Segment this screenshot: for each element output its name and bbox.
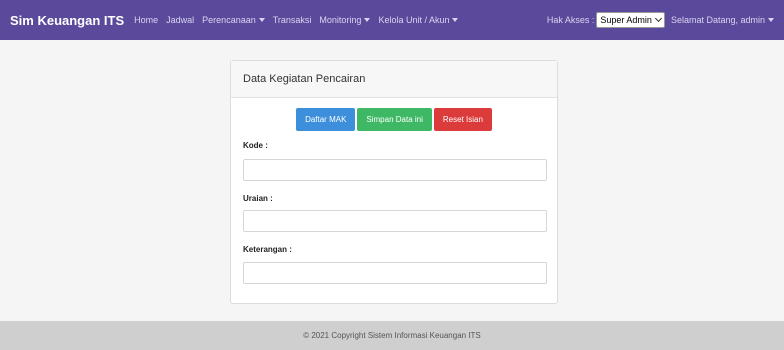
kode-input[interactable] — [243, 159, 547, 181]
keterangan-input[interactable] — [243, 262, 547, 284]
caret-down-icon — [452, 18, 459, 22]
nav-kelola-label: Kelola Unit / Akun — [378, 15, 450, 25]
app-brand[interactable]: Sim Keuangan ITS — [10, 13, 124, 28]
caret-down-icon — [768, 18, 774, 22]
chevron-down-icon — [654, 14, 662, 23]
reset-button[interactable]: Reset Isian — [433, 108, 492, 131]
access-label: Hak Akses : — [546, 15, 595, 25]
daftar-mak-button[interactable]: Daftar MAK — [296, 108, 356, 131]
nav-home-label: Home — [134, 15, 159, 25]
nav-monitoring-dropdown[interactable]: Monitoring — [319, 15, 371, 25]
nav-jadwal-label: Jadwal — [166, 15, 195, 25]
footer-copyright: © 2021 Copyright Sistem Informasi Keuang… — [303, 331, 481, 340]
kode-label: Kode : — [243, 141, 268, 150]
nav-monitoring-label: Monitoring — [319, 15, 362, 25]
keterangan-label: Keterangan : — [243, 245, 292, 254]
caret-down-icon — [258, 18, 265, 22]
navbar-right: Hak Akses : Super Admin Selamat Datang, … — [547, 12, 774, 28]
nav-transaksi[interactable]: Transaksi — [273, 15, 312, 25]
uraian-label: Uraian : — [243, 194, 273, 203]
user-menu-dropdown[interactable]: Selamat Datang, admin — [671, 15, 774, 25]
simpan-button[interactable]: Simpan Data ini — [357, 108, 432, 131]
uraian-input[interactable] — [243, 210, 547, 232]
access-select-value: Super Admin — [600, 15, 652, 25]
nav-jadwal[interactable]: Jadwal — [166, 15, 194, 25]
nav-perencanaan-label: Perencanaan — [202, 15, 256, 25]
nav-kelola-dropdown[interactable]: Kelola Unit / Akun — [378, 15, 459, 25]
caret-down-icon — [364, 18, 371, 22]
access-select[interactable]: Super Admin — [596, 12, 665, 28]
page-footer: © 2021 Copyright Sistem Informasi Keuang… — [0, 321, 784, 350]
card-header: Data Kegiatan Pencairan — [231, 61, 557, 98]
action-buttons: Daftar MAK Simpan Data ini Reset Isian — [231, 108, 557, 131]
welcome-text: Selamat Datang, admin — [670, 15, 765, 25]
nav-transaksi-label: Transaksi — [272, 15, 312, 25]
top-navbar: Sim Keuangan ITS Home Jadwal Perencanaan… — [0, 0, 784, 40]
nav-home[interactable]: Home — [134, 15, 158, 25]
card-title: Data Kegiatan Pencairan — [243, 73, 366, 85]
kegiatan-form-card: Data Kegiatan Pencairan Daftar MAK Simpa… — [230, 60, 558, 304]
nav-perencanaan-dropdown[interactable]: Perencanaan — [202, 15, 265, 25]
